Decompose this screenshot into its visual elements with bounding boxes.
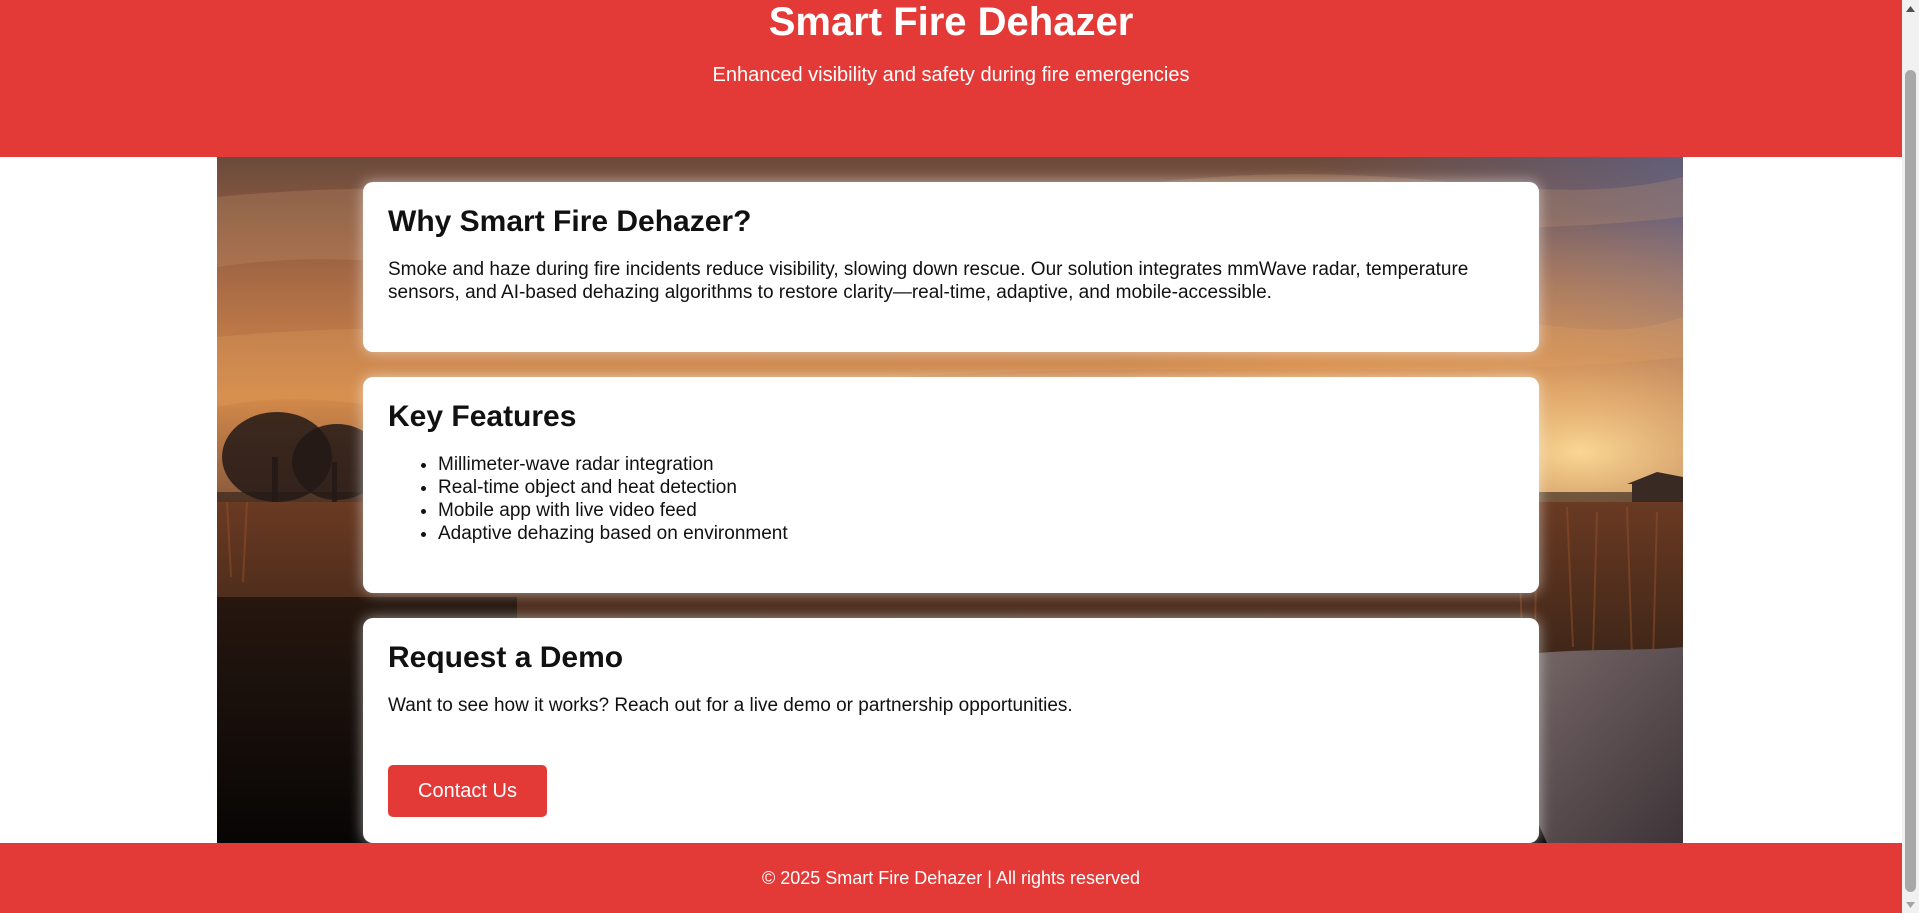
feature-item: Adaptive dehazing based on environment (438, 522, 1514, 545)
why-section-card: Why Smart Fire Dehazer? Smoke and haze d… (363, 182, 1539, 352)
demo-section-card: Request a Demo Want to see how it works?… (363, 618, 1539, 843)
page-viewport: Smart Fire Dehazer Enhanced visibility a… (0, 0, 1902, 913)
why-section-body: Smoke and haze during fire incidents red… (388, 259, 1469, 303)
features-section-heading: Key Features (388, 400, 577, 433)
site-tagline: Enhanced visibility and safety during fi… (712, 64, 1190, 86)
why-section-heading: Why Smart Fire Dehazer? (388, 205, 752, 238)
site-header: Smart Fire Dehazer Enhanced visibility a… (0, 0, 1902, 157)
feature-item: Millimeter-wave radar integration (438, 453, 1514, 476)
contact-us-button[interactable]: Contact Us (388, 765, 547, 817)
footer-copyright: © 2025 Smart Fire Dehazer | All rights r… (761, 868, 1141, 888)
features-list: Millimeter-wave radar integration Real-t… (388, 453, 1514, 545)
scroll-up-arrow-icon[interactable] (1902, 0, 1919, 17)
scroll-down-arrow-icon[interactable] (1902, 896, 1919, 913)
site-title: Smart Fire Dehazer (768, 0, 1134, 44)
feature-item: Mobile app with live video feed (438, 499, 1514, 522)
scrollbar-thumb[interactable] (1905, 70, 1916, 892)
feature-item: Real-time object and heat detection (438, 476, 1514, 499)
demo-section-body: Want to see how it works? Reach out for … (388, 695, 1073, 716)
site-footer: © 2025 Smart Fire Dehazer | All rights r… (0, 843, 1902, 913)
vertical-scrollbar[interactable] (1902, 0, 1919, 913)
features-section-card: Key Features Millimeter-wave radar integ… (363, 377, 1539, 593)
demo-section-heading: Request a Demo (388, 641, 624, 674)
